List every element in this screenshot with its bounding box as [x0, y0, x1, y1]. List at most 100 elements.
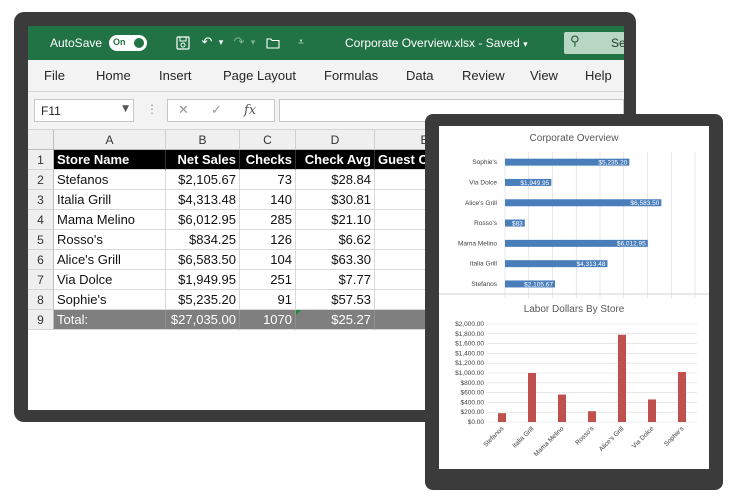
ribbon-tabs: File Home Insert Page Layout Formulas Da…: [28, 60, 624, 92]
chevron-down-icon: ▼: [122, 104, 129, 114]
enter-icon[interactable]: ✓: [211, 103, 222, 118]
total-cell[interactable]: 1070: [240, 310, 296, 330]
table-cell[interactable]: $63.30: [296, 250, 375, 270]
search-box[interactable]: ⚲ Se: [564, 32, 624, 54]
table-cell[interactable]: $6.62: [296, 230, 375, 250]
data-bar: [498, 413, 506, 422]
total-cell[interactable]: Total:: [54, 310, 166, 330]
table-cell[interactable]: 285: [240, 210, 296, 230]
save-icon[interactable]: [174, 34, 192, 52]
header-cell[interactable]: Net Sales: [166, 150, 240, 170]
column-header-b[interactable]: B: [166, 130, 240, 150]
header-cell[interactable]: Store Name: [54, 150, 166, 170]
select-all-corner[interactable]: [28, 130, 54, 150]
y-tick-label: $0.00: [468, 419, 485, 426]
insert-function-icon[interactable]: fx: [244, 103, 256, 118]
table-cell[interactable]: 251: [240, 270, 296, 290]
tab-view[interactable]: View: [530, 68, 558, 83]
table-cell[interactable]: Sophie's: [54, 290, 166, 310]
save-status: Saved: [485, 36, 520, 50]
x-tick-label: Rosso's: [574, 425, 596, 447]
tab-page-layout[interactable]: Page Layout: [223, 68, 296, 83]
y-tick-label: $600.00: [461, 390, 485, 397]
autosave-toggle[interactable]: On: [109, 35, 147, 51]
table-cell[interactable]: $30.81: [296, 190, 375, 210]
chevron-down-icon: ▾: [523, 40, 528, 50]
tab-review[interactable]: Review: [462, 68, 505, 83]
table-cell[interactable]: $2,105.67: [166, 170, 240, 190]
table-cell[interactable]: Via Dolce: [54, 270, 166, 290]
row-header-6[interactable]: 6: [28, 250, 54, 270]
table-cell[interactable]: $28.84: [296, 170, 375, 190]
x-tick-label: Via Dolce: [631, 425, 656, 450]
table-cell[interactable]: $6,583.50: [166, 250, 240, 270]
data-label: $83: [512, 220, 523, 227]
row-header-9[interactable]: 9: [28, 310, 54, 330]
row-header-1[interactable]: 1: [28, 150, 54, 170]
table-cell[interactable]: Italia Grill: [54, 190, 166, 210]
column-header-d[interactable]: D: [296, 130, 375, 150]
redo-dropdown-icon[interactable]: ▾: [244, 34, 262, 52]
name-box[interactable]: F11 ▼: [34, 99, 134, 122]
table-cell[interactable]: $5,235.20: [166, 290, 240, 310]
row-header-2[interactable]: 2: [28, 170, 54, 190]
row-header-4[interactable]: 4: [28, 210, 54, 230]
row-header-8[interactable]: 8: [28, 290, 54, 310]
table-cell[interactable]: Rosso's: [54, 230, 166, 250]
table-cell[interactable]: $1,949.95: [166, 270, 240, 290]
document-title[interactable]: Corporate Overview.xlsx - Saved ▾: [345, 36, 528, 50]
data-label: $6,012.95: [617, 241, 646, 248]
tab-data[interactable]: Data: [406, 68, 433, 83]
row-header-7[interactable]: 7: [28, 270, 54, 290]
cancel-icon[interactable]: ✕: [178, 103, 189, 118]
table-cell[interactable]: $4,313.48: [166, 190, 240, 210]
x-tick-label: Alice's Grill: [598, 425, 626, 453]
table-cell[interactable]: 140: [240, 190, 296, 210]
x-tick-label: Mama Melino: [533, 425, 566, 458]
column-header-c[interactable]: C: [240, 130, 296, 150]
table-cell[interactable]: 104: [240, 250, 296, 270]
undo-dropdown-icon[interactable]: ▾: [212, 34, 230, 52]
column-header-a[interactable]: A: [54, 130, 166, 150]
y-tick-label: $1,800.00: [455, 331, 484, 338]
data-label: $4,313.48: [577, 261, 606, 268]
tab-home[interactable]: Home: [96, 68, 131, 83]
table-cell[interactable]: Alice's Grill: [54, 250, 166, 270]
header-cell[interactable]: Check Avg: [296, 150, 375, 170]
y-tick-label: $1,000.00: [455, 370, 484, 377]
table-cell[interactable]: $21.10: [296, 210, 375, 230]
table-cell[interactable]: $834.25: [166, 230, 240, 250]
error-indicator-icon: [296, 310, 301, 315]
open-folder-icon[interactable]: [264, 34, 282, 52]
y-tick-label: $2,000.00: [455, 321, 484, 328]
row-header-5[interactable]: 5: [28, 230, 54, 250]
table-cell[interactable]: Stefanos: [54, 170, 166, 190]
drag-handle-icon[interactable]: ⋮: [146, 102, 158, 116]
name-box-value: F11: [41, 104, 61, 118]
category-label: Mama Melino: [458, 240, 497, 247]
row-header-3[interactable]: 3: [28, 190, 54, 210]
table-cell[interactable]: 73: [240, 170, 296, 190]
table-cell[interactable]: $7.77: [296, 270, 375, 290]
table-cell[interactable]: Mama Melino: [54, 210, 166, 230]
y-tick-label: $200.00: [461, 409, 485, 416]
tab-help[interactable]: Help: [585, 68, 612, 83]
category-label: Stefanos: [471, 281, 497, 288]
customize-toolbar-icon[interactable]: ⩡: [292, 34, 310, 52]
tab-insert[interactable]: Insert: [159, 68, 192, 83]
total-cell[interactable]: $27,035.00: [166, 310, 240, 330]
x-tick-label: Stefanos: [482, 425, 506, 449]
table-cell[interactable]: $57.53: [296, 290, 375, 310]
category-label: Rosso's: [474, 220, 498, 227]
chart-panel: Corporate Overview Sophie's $5,235.20 Via D…: [439, 126, 709, 469]
total-cell[interactable]: $25.27: [296, 310, 375, 330]
category-label: Sophie's: [472, 159, 497, 166]
table-cell[interactable]: 91: [240, 290, 296, 310]
table-cell[interactable]: 126: [240, 230, 296, 250]
header-cell[interactable]: Checks: [240, 150, 296, 170]
formula-buttons: ✕ ✓ fx: [167, 99, 275, 122]
tab-file[interactable]: File: [44, 68, 65, 83]
table-cell[interactable]: $6,012.95: [166, 210, 240, 230]
tab-formulas[interactable]: Formulas: [324, 68, 378, 83]
autosave-label: AutoSave: [50, 36, 103, 50]
